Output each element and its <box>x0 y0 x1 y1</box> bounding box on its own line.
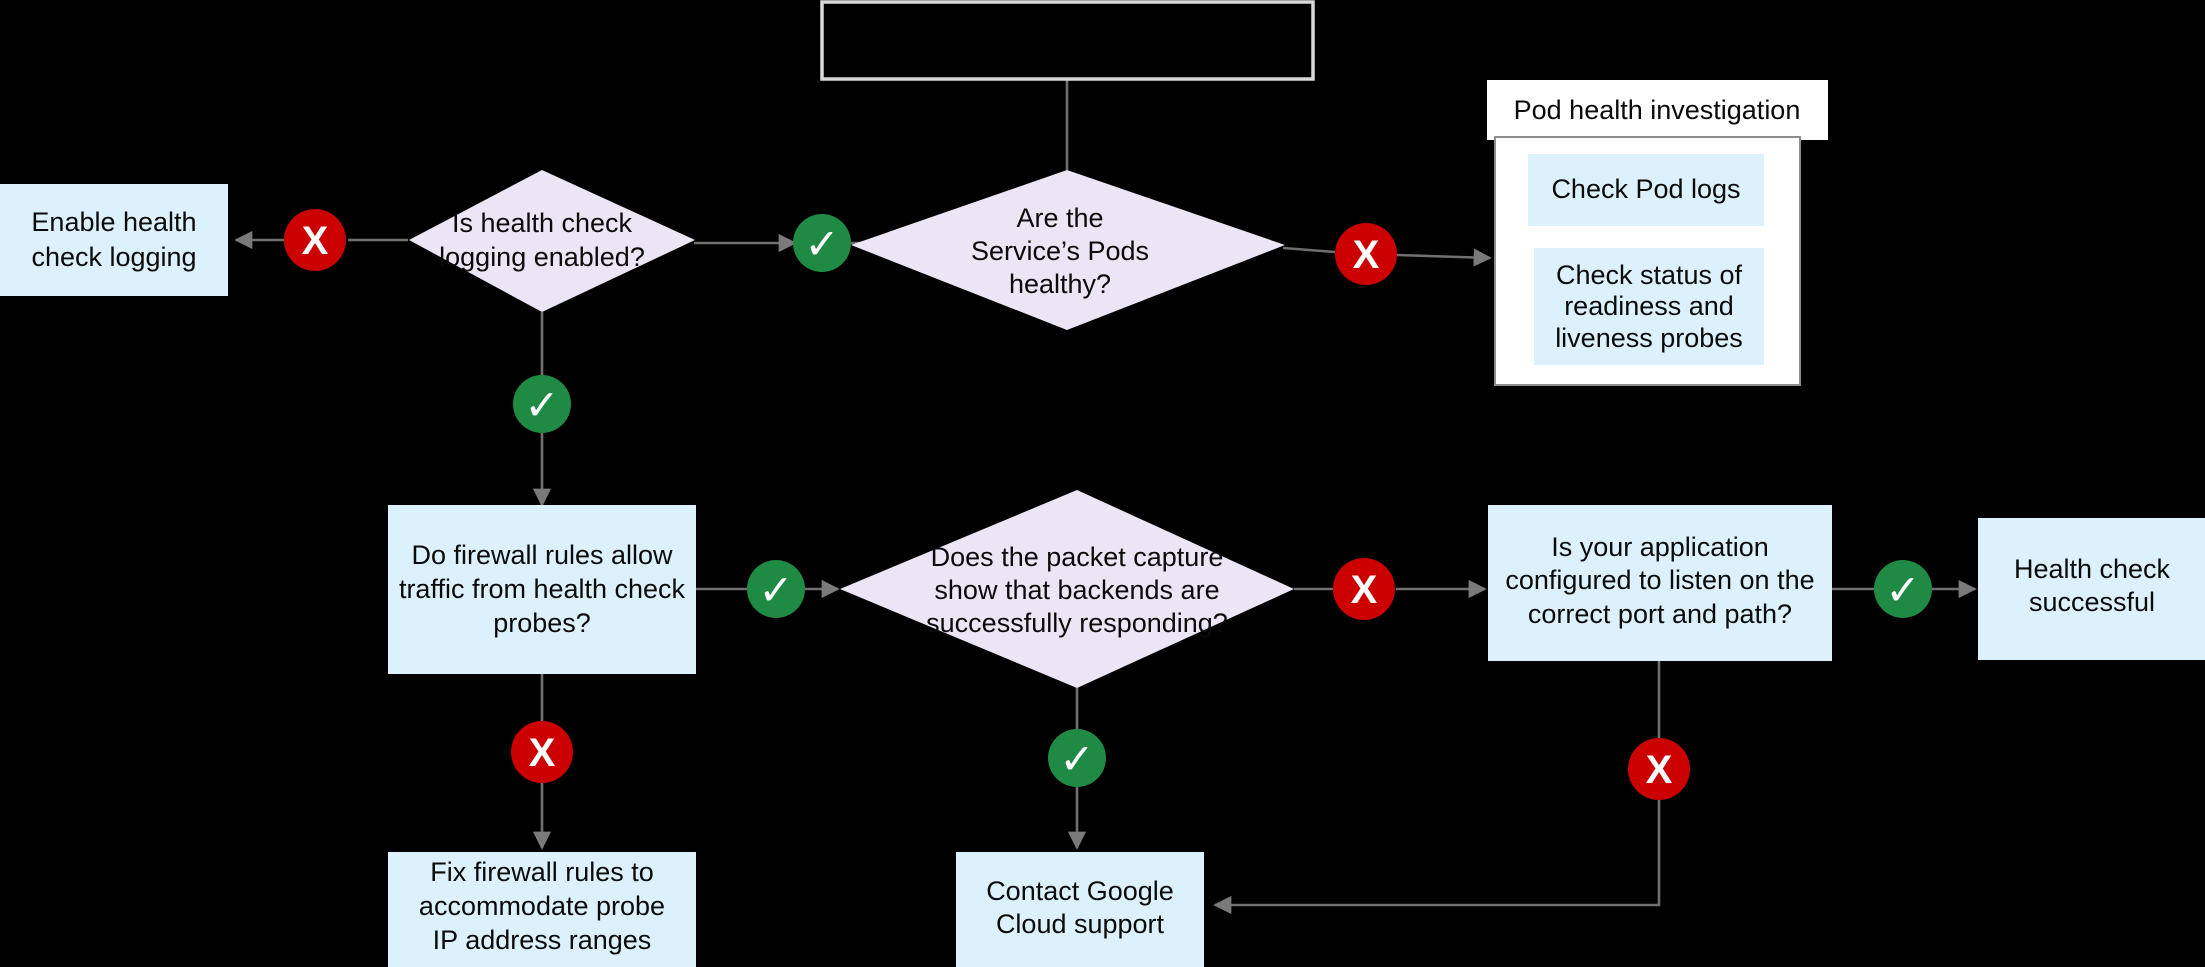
node-firewall-rules[interactable]: Do firewall rules allow traffic from hea… <box>388 505 696 674</box>
cluster-item-check-pod-logs[interactable]: Check Pod logs <box>1528 154 1764 226</box>
node-fix-firewall[interactable]: Fix firewall rules to accommodate probe … <box>388 852 696 967</box>
node-contact-support-line2: Cloud support <box>996 909 1165 939</box>
marker-no-app-to-support[interactable]: X <box>1628 738 1690 800</box>
yes-marker-glyph: ✓ <box>1059 735 1094 784</box>
node-enable-logging-line1: Enable health <box>31 207 196 237</box>
flowchart-svg: Enable health check logging Is health ch… <box>0 0 2205 967</box>
cluster-item-check-pod-logs-label: Check Pod logs <box>1551 174 1740 204</box>
node-firewall-rules-line3: probes? <box>493 608 591 638</box>
yes-marker-glyph: ✓ <box>804 220 839 269</box>
marker-no-pods-to-cluster[interactable]: X <box>1335 223 1397 285</box>
node-enable-logging[interactable]: Enable health check logging <box>0 184 228 296</box>
node-packet-capture[interactable]: Does the packet capture show that backen… <box>840 490 1294 688</box>
node-top-blank[interactable] <box>820 0 1315 81</box>
cluster-title: Pod health investigation <box>1514 95 1801 125</box>
no-marker-glyph: X <box>529 731 556 775</box>
node-health-check-successful-line1: Health check <box>2014 554 2171 584</box>
cluster-pod-health-investigation[interactable]: Pod health investigation Check Pod logs … <box>1487 80 1828 386</box>
yes-marker-glyph: ✓ <box>758 566 793 615</box>
marker-yes-app-to-success[interactable]: ✓ <box>1874 560 1932 618</box>
marker-no-logging-to-enable[interactable]: X <box>284 209 346 271</box>
cluster-item-check-probe-status-line3: liveness probes <box>1555 323 1743 353</box>
node-fix-firewall-line2: accommodate probe <box>419 891 665 921</box>
node-contact-support[interactable]: Contact Google Cloud support <box>956 852 1204 967</box>
edge-pods-healthy-to-cluster-left <box>1282 246 1336 254</box>
marker-yes-firewall-to-packet[interactable]: ✓ <box>747 560 805 618</box>
node-pods-healthy-line1: Are the <box>1016 203 1103 233</box>
node-packet-capture-line1: Does the packet capture <box>931 542 1224 572</box>
node-packet-capture-line2: show that backends are <box>934 575 1219 605</box>
node-app-listen-line2: configured to listen on the <box>1505 565 1814 595</box>
node-firewall-rules-line1: Do firewall rules allow <box>411 540 673 570</box>
no-marker-glyph: X <box>302 219 329 263</box>
yes-marker-glyph: ✓ <box>1885 566 1920 615</box>
node-pods-healthy[interactable]: Are the Service’s Pods healthy? <box>851 170 1285 330</box>
flowchart-canvas: Enable health check logging Is health ch… <box>0 0 2205 967</box>
no-marker-glyph: X <box>1351 568 1378 612</box>
node-enable-logging-line2: check logging <box>31 242 196 272</box>
marker-no-firewall-to-fix[interactable]: X <box>511 721 573 783</box>
edge-app-to-support-seg2 <box>1213 798 1661 915</box>
marker-no-packet-to-app[interactable]: X <box>1333 558 1395 620</box>
node-fix-firewall-line3: IP address ranges <box>433 925 652 955</box>
node-health-check-successful[interactable]: Health check successful <box>1978 518 2205 660</box>
node-contact-support-line1: Contact Google <box>986 876 1174 906</box>
marker-yes-pods-to-logging[interactable]: ✓ <box>793 214 851 272</box>
no-marker-glyph: X <box>1353 233 1380 277</box>
node-app-listen-line3: correct port and path? <box>1528 599 1792 629</box>
node-logging-enabled-line1: Is health check <box>452 208 633 238</box>
marker-yes-logging-to-firewall[interactable]: ✓ <box>513 375 571 433</box>
cluster-item-check-probe-status-line1: Check status of <box>1556 260 1743 290</box>
node-logging-enabled[interactable]: Is health check logging enabled? <box>409 170 695 312</box>
node-app-listen-line1: Is your application <box>1551 532 1769 562</box>
node-firewall-rules-line2: traffic from health check <box>399 574 686 604</box>
no-marker-glyph: X <box>1646 748 1673 792</box>
node-health-check-successful-line2: successful <box>2029 587 2155 617</box>
node-pods-healthy-line3: healthy? <box>1009 269 1111 299</box>
cluster-item-check-probe-status-line2: readiness and <box>1564 291 1734 321</box>
node-packet-capture-line3: successfully responding? <box>926 608 1228 638</box>
node-fix-firewall-line1: Fix firewall rules to <box>430 857 654 887</box>
node-pods-healthy-line2: Service’s Pods <box>971 236 1149 266</box>
marker-yes-packet-to-support[interactable]: ✓ <box>1048 729 1106 787</box>
cluster-item-check-probe-status[interactable]: Check status of readiness and liveness p… <box>1534 248 1764 365</box>
yes-marker-glyph: ✓ <box>524 381 559 430</box>
node-app-listen[interactable]: Is your application configured to listen… <box>1488 505 1832 661</box>
node-logging-enabled-line2: logging enabled? <box>439 242 645 272</box>
edge-pods-healthy-to-cluster-right <box>1396 248 1492 267</box>
